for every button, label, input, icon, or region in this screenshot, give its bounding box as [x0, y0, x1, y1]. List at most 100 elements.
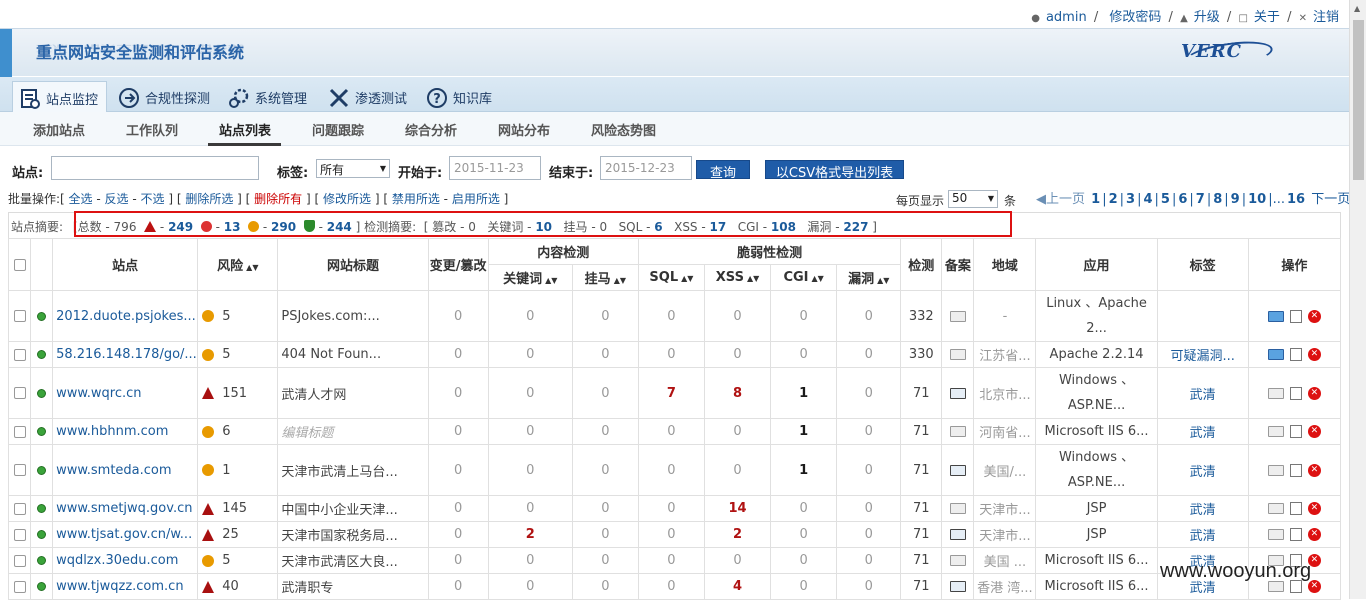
- edit-icon[interactable]: [1289, 528, 1302, 541]
- header-keyword[interactable]: 关键词 ▲▼: [487, 264, 573, 291]
- table-row[interactable]: www.smetjwq.gov.cn 145 中国中小企业天津... 0 0 0 0 14 0 0…: [7, 495, 1342, 522]
- page-link[interactable]: 5: [1161, 192, 1170, 207]
- site-link[interactable]: 58.216.148.178/go/...: [52, 341, 199, 368]
- keyword-cell[interactable]: 2: [487, 521, 573, 548]
- monitor-icon[interactable]: [1267, 503, 1284, 514]
- sql-cell[interactable]: 7: [637, 367, 705, 419]
- site-link[interactable]: www.tjwqzz.com.cn: [52, 573, 199, 600]
- delete-all-link[interactable]: 删除所有: [254, 192, 302, 206]
- row-checkbox[interactable]: [13, 554, 26, 567]
- delete-selected-link[interactable]: 删除所选: [185, 192, 233, 206]
- table-row[interactable]: www.tjwqzz.com.cn 40 武清职专 0 0 0 0 4 0 0 71 香港 湾... M…: [7, 573, 1342, 600]
- subtab-issue-tracking[interactable]: 问题跟踪: [312, 120, 364, 139]
- page-link[interactable]: 2: [1109, 192, 1118, 207]
- row-checkbox[interactable]: [13, 310, 26, 322]
- site-link[interactable]: 2012.duote.psjokes...: [52, 290, 199, 342]
- record-monitor-icon[interactable]: [949, 555, 966, 566]
- scrollbar-thumb[interactable]: [1353, 20, 1364, 180]
- row-checkbox[interactable]: [13, 387, 26, 399]
- monitor-icon[interactable]: [1267, 426, 1284, 437]
- row-select-cell[interactable]: [7, 444, 32, 496]
- edit-icon[interactable]: [1289, 502, 1302, 515]
- page-link[interactable]: 10: [1248, 192, 1266, 207]
- xss-cell[interactable]: 14: [703, 495, 772, 522]
- delete-icon[interactable]: ✕: [1307, 386, 1321, 400]
- tab-system-admin[interactable]: 系统管理: [222, 81, 315, 112]
- row-checkbox[interactable]: [13, 464, 26, 476]
- select-none-link[interactable]: 不选: [141, 192, 165, 206]
- page-link[interactable]: 6: [1178, 192, 1187, 207]
- record-monitor-icon[interactable]: [949, 349, 966, 360]
- tab-pentest[interactable]: 渗透测试: [322, 81, 415, 112]
- subtab-site-distribution[interactable]: 网站分布: [498, 120, 550, 139]
- record-cell[interactable]: [941, 547, 975, 574]
- invert-selection-link[interactable]: 反选: [105, 192, 129, 206]
- subtab-work-queue[interactable]: 工作队列: [126, 120, 178, 139]
- cgi-cell[interactable]: 1: [770, 367, 838, 419]
- record-monitor-icon[interactable]: [949, 310, 966, 322]
- tab-site-monitor[interactable]: 站点监控: [12, 81, 108, 112]
- modify-selected-link[interactable]: 修改所选: [323, 192, 371, 206]
- edit-icon[interactable]: [1289, 463, 1302, 477]
- page-link-last[interactable]: 16: [1287, 192, 1305, 207]
- header-cgi[interactable]: CGI ▲▼: [770, 264, 838, 291]
- monitor-icon[interactable]: [1267, 349, 1284, 360]
- username-link[interactable]: admin: [1046, 10, 1087, 25]
- row-select-cell[interactable]: [7, 367, 32, 419]
- row-select-cell[interactable]: [7, 573, 32, 600]
- monitor-icon[interactable]: [1267, 464, 1284, 476]
- xss-cell[interactable]: 8: [703, 367, 772, 419]
- select-all-link[interactable]: 全选: [69, 192, 93, 206]
- monitor-icon[interactable]: [1267, 529, 1284, 540]
- record-monitor-icon[interactable]: [949, 426, 966, 437]
- record-cell[interactable]: [941, 573, 975, 600]
- page-link[interactable]: 7: [1196, 192, 1205, 207]
- site-link[interactable]: www.smteda.com: [52, 444, 199, 496]
- start-date-input[interactable]: 2015-11-23: [449, 156, 541, 180]
- about-link[interactable]: 关于: [1254, 10, 1280, 25]
- header-sql[interactable]: SQL ▲▼: [637, 264, 705, 291]
- table-row[interactable]: 58.216.148.178/go/... 5 404 Not Foun... 0 0 0…: [7, 341, 1342, 368]
- record-monitor-icon[interactable]: [949, 529, 966, 540]
- table-row[interactable]: www.wqrc.cn 151 武清人才网 0 0 0 7 8 1 0 71 北京市... Window…: [7, 367, 1342, 419]
- record-cell[interactable]: [941, 341, 975, 368]
- subtab-analysis[interactable]: 综合分析: [405, 120, 457, 139]
- tag-cell[interactable]: 武清: [1156, 367, 1249, 419]
- header-select-all[interactable]: [7, 238, 32, 291]
- row-select-cell[interactable]: [7, 290, 32, 342]
- edit-icon[interactable]: [1289, 425, 1302, 438]
- row-checkbox[interactable]: [13, 425, 26, 438]
- record-monitor-icon[interactable]: [949, 581, 966, 592]
- tag-select[interactable]: 所有 ▼: [316, 159, 390, 178]
- edit-icon[interactable]: [1289, 386, 1302, 400]
- page-link[interactable]: 9: [1231, 192, 1240, 207]
- header-xss[interactable]: XSS ▲▼: [703, 264, 772, 291]
- end-date-input[interactable]: 2015-12-23: [600, 156, 692, 180]
- delete-icon[interactable]: ✕: [1307, 348, 1321, 361]
- logout-link[interactable]: 注销: [1313, 10, 1339, 25]
- table-row[interactable]: www.hbhnm.com 6 编辑标题 0 0 0 0 0 1 0 71 河南省... Microso…: [7, 418, 1342, 445]
- delete-icon[interactable]: ✕: [1307, 502, 1321, 515]
- cgi-cell[interactable]: 1: [770, 418, 838, 445]
- disable-selected-link[interactable]: 禁用所选: [392, 192, 440, 206]
- row-select-cell[interactable]: [7, 341, 32, 368]
- record-cell[interactable]: [941, 367, 975, 419]
- tag-cell[interactable]: 可疑漏洞...: [1156, 341, 1249, 368]
- xss-cell[interactable]: 4: [703, 573, 772, 600]
- per-page-select[interactable]: 50 ▼: [948, 190, 998, 208]
- change-password-link[interactable]: 修改密码: [1109, 10, 1161, 25]
- monitor-icon[interactable]: [1267, 310, 1284, 322]
- subtab-risk-trend[interactable]: 风险态势图: [591, 120, 656, 139]
- query-button[interactable]: 查询: [696, 160, 750, 181]
- table-row[interactable]: wqdlzx.30edu.com 5 天津市武清区大良... 0 0 0 0 0 0 0 71 美国 …: [7, 547, 1342, 574]
- enable-selected-link[interactable]: 启用所选: [452, 192, 500, 206]
- header-risk[interactable]: 风险 ▲▼: [197, 238, 279, 291]
- select-all-checkbox[interactable]: [13, 258, 26, 271]
- delete-icon[interactable]: ✕: [1307, 528, 1321, 541]
- vertical-scrollbar[interactable]: ▲: [1349, 0, 1366, 599]
- tag-cell[interactable]: [1156, 290, 1249, 342]
- tag-cell[interactable]: 武清: [1156, 495, 1249, 522]
- xss-cell[interactable]: 2: [703, 521, 772, 548]
- site-link[interactable]: www.wqrc.cn: [52, 367, 199, 419]
- record-cell[interactable]: [941, 444, 975, 496]
